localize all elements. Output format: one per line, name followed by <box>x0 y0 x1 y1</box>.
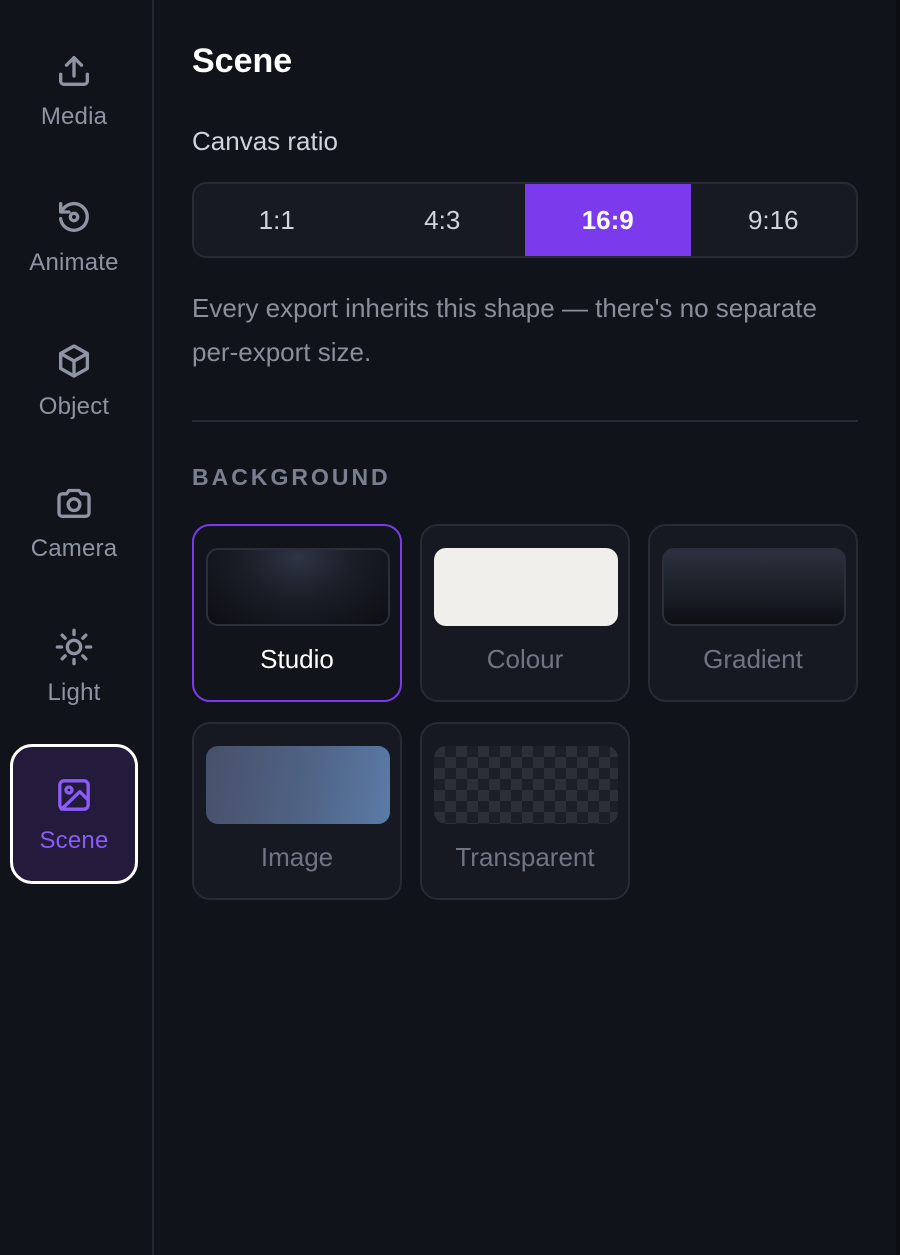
upload-icon <box>52 49 96 93</box>
sidebar-item-label: Animate <box>29 249 119 276</box>
sidebar-item-light[interactable]: Light <box>10 596 138 736</box>
background-option-label: Gradient <box>703 644 803 674</box>
sidebar-item-animate[interactable]: Animate <box>10 166 138 306</box>
sidebar-item-label: Light <box>47 679 101 706</box>
sidebar-item-label: Object <box>38 393 110 420</box>
canvas-ratio-label: Canvas ratio <box>192 126 338 156</box>
sidebar-item-label: Media <box>40 103 108 130</box>
background-option-label: Transparent <box>455 842 595 872</box>
sidebar-item-label: Camera <box>30 535 118 562</box>
sun-icon <box>52 625 96 669</box>
app-window: Media Animate Object Camera Light Scene … <box>0 0 900 1255</box>
transparent-swatch <box>434 746 618 824</box>
gradient-swatch <box>662 548 846 626</box>
background-option-image[interactable]: Image <box>192 722 402 900</box>
image-icon <box>52 773 96 817</box>
canvas-ratio-help-text: Every export inherits this shape — there… <box>192 293 817 367</box>
background-option-label: Studio <box>260 644 334 674</box>
sidebar: Media Animate Object Camera Light Scene <box>0 0 154 1255</box>
camera-icon <box>52 481 96 525</box>
background-option-transparent[interactable]: Transparent <box>420 722 630 900</box>
panel-title: Scene <box>192 42 293 80</box>
canvas-ratio-selector: 1:1 4:3 16:9 9:16 <box>192 182 858 258</box>
sidebar-item-media[interactable]: Media <box>10 20 138 160</box>
image-swatch <box>206 746 390 824</box>
background-option-colour[interactable]: Colour <box>420 524 630 702</box>
ratio-option-1-1[interactable]: 1:1 <box>194 184 360 256</box>
rotate-icon <box>52 195 96 239</box>
colour-swatch <box>434 548 618 626</box>
ratio-option-4-3[interactable]: 4:3 <box>360 184 526 256</box>
background-option-studio[interactable]: Studio <box>192 524 402 702</box>
background-option-label: Image <box>260 842 334 872</box>
background-heading: BACKGROUND <box>192 464 391 490</box>
background-option-label: Colour <box>486 644 564 674</box>
cube-icon <box>52 339 96 383</box>
ratio-option-16-9[interactable]: 16:9 <box>525 184 691 256</box>
sidebar-item-label: Scene <box>39 827 109 854</box>
studio-swatch <box>206 548 390 626</box>
window-edge <box>896 0 900 1255</box>
ratio-option-9-16[interactable]: 9:16 <box>691 184 857 256</box>
sidebar-item-camera[interactable]: Camera <box>10 452 138 592</box>
sidebar-item-scene[interactable]: Scene <box>10 744 138 884</box>
sidebar-item-object[interactable]: Object <box>10 310 138 450</box>
background-option-gradient[interactable]: Gradient <box>648 524 858 702</box>
section-divider <box>192 420 858 422</box>
